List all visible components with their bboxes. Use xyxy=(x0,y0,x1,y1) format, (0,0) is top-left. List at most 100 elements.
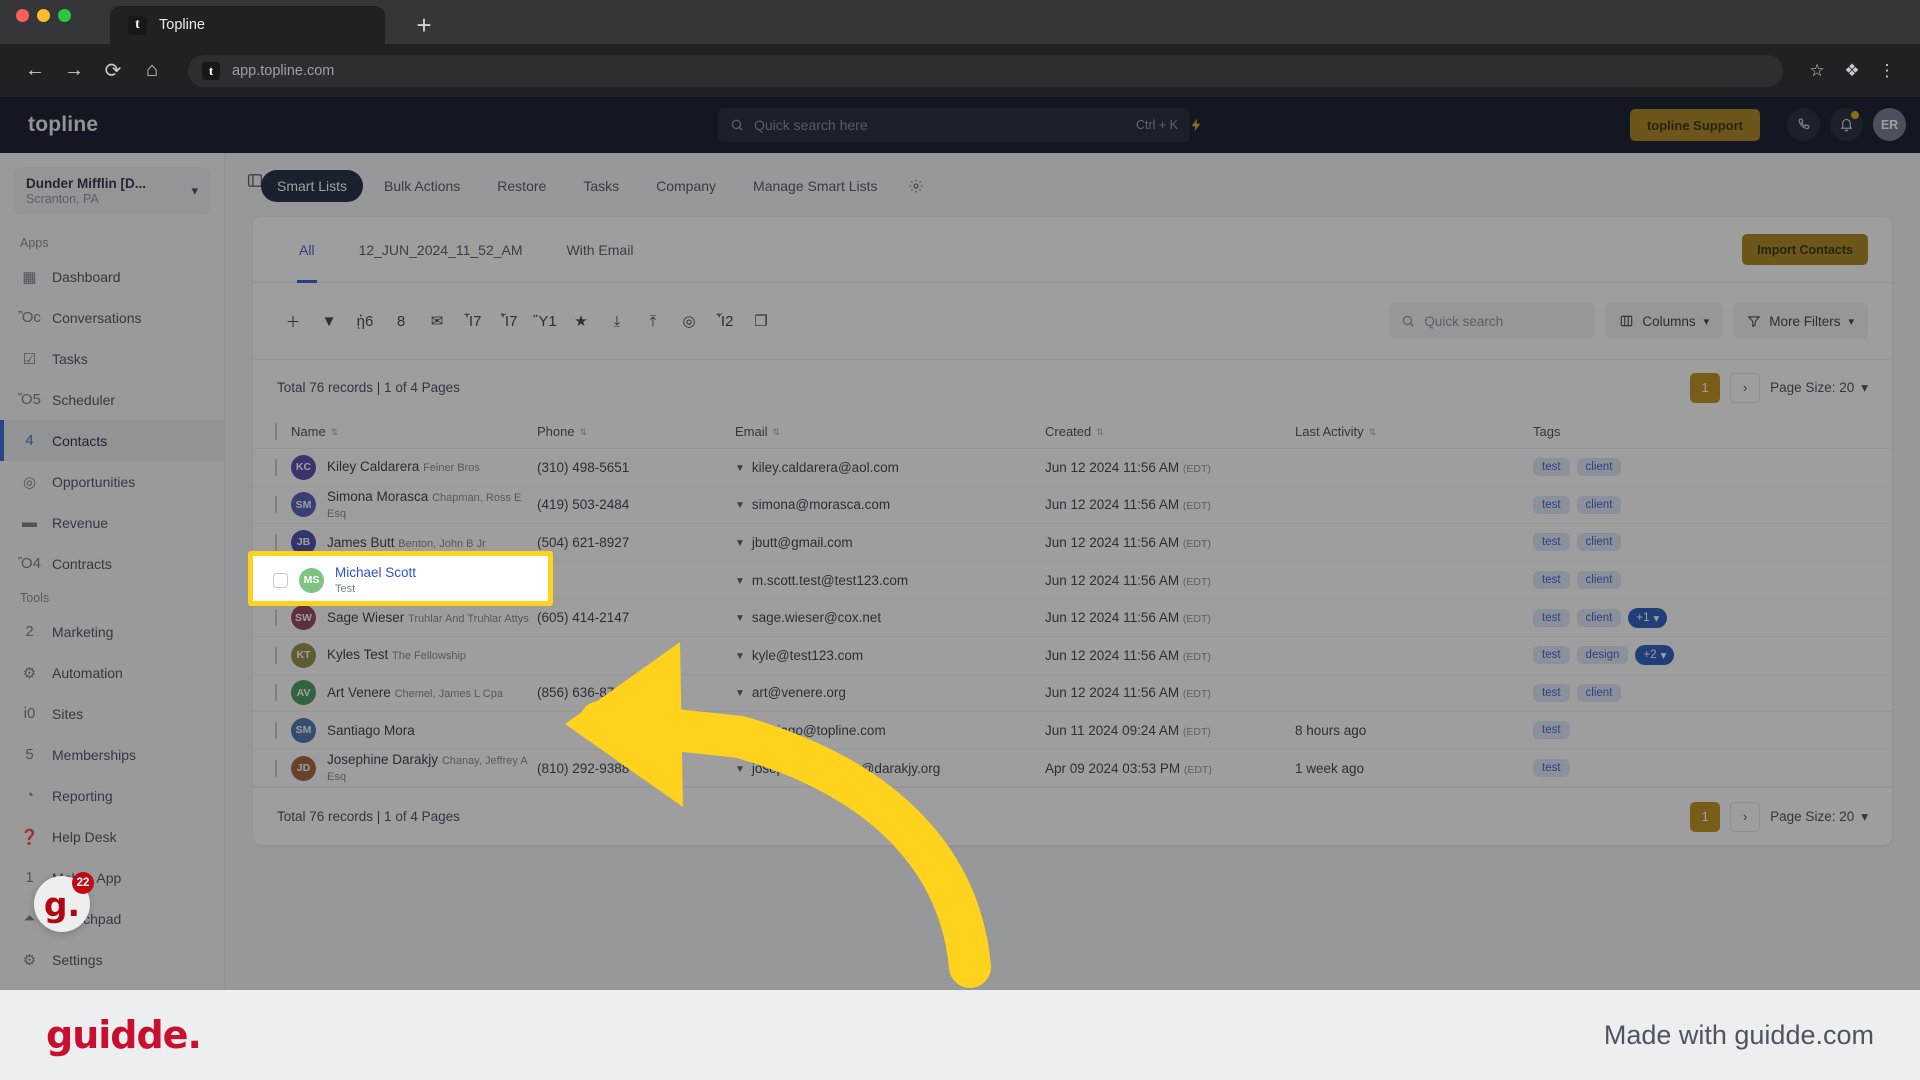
page-size-selector[interactable]: Page Size: 20 ▾ xyxy=(1770,380,1868,396)
sidebar-item-automation[interactable]: ⚙ Automation xyxy=(0,652,224,693)
header-name[interactable]: Name ⇅ xyxy=(291,415,537,449)
browser-menu-icon[interactable]: ⋮ xyxy=(1872,56,1902,86)
tag-chip[interactable]: design xyxy=(1577,646,1629,664)
row-checkbox[interactable] xyxy=(275,647,277,664)
sidebar-item-scheduler[interactable]: Ὄ5 Scheduler xyxy=(0,379,224,420)
table-row[interactable]: KC Kiley Caldarera Feiner Bros (310) 498… xyxy=(253,449,1892,487)
sidebar-item-reporting[interactable]: ◔ Reporting xyxy=(0,775,224,816)
tag-chip[interactable]: test xyxy=(1533,759,1570,777)
tag-chip[interactable]: test xyxy=(1533,646,1570,664)
import-icon[interactable]: ⤓ xyxy=(601,305,633,337)
sms-icon[interactable]: ὞8 xyxy=(385,305,417,337)
tab-tasks[interactable]: Tasks xyxy=(567,170,635,202)
bot-icon[interactable]: ᾑ6 xyxy=(349,305,381,337)
table-row[interactable]: SM Simona Morasca Chapman, Ross E Esq (4… xyxy=(253,486,1892,524)
tag-overflow-chip[interactable]: +1 ▾ xyxy=(1628,608,1667,628)
delete-icon[interactable]: Ὕ1 xyxy=(529,305,561,337)
tag-chip[interactable]: client xyxy=(1577,496,1622,514)
row-checkbox[interactable] xyxy=(273,573,288,588)
filter-tab-all[interactable]: All xyxy=(277,217,337,283)
sidebar-item-settings[interactable]: ⚙ Settings xyxy=(0,939,224,980)
row-checkbox[interactable] xyxy=(275,684,277,701)
header-phone[interactable]: Phone ⇅ xyxy=(537,415,735,449)
back-icon[interactable]: ← xyxy=(18,54,52,88)
forward-icon[interactable]: → xyxy=(57,54,91,88)
global-search-input[interactable]: Quick search here Ctrl + K xyxy=(718,108,1190,142)
sidebar-item-help desk[interactable]: ❓ Help Desk xyxy=(0,816,224,857)
sort-icon[interactable]: ⇅ xyxy=(580,428,588,437)
page-number-button[interactable]: 1 xyxy=(1690,802,1720,832)
address-bar[interactable]: t app.topline.com xyxy=(188,55,1783,87)
tag-chip[interactable]: test xyxy=(1533,533,1570,551)
tag-chip[interactable]: client xyxy=(1577,609,1622,627)
merge-icon[interactable]: Ἶ2 xyxy=(709,305,741,337)
reload-icon[interactable]: ⟳ xyxy=(96,54,130,88)
bookmark-star-icon[interactable]: ☆ xyxy=(1802,56,1832,86)
header-email[interactable]: Email ⇅ xyxy=(735,415,1045,449)
contact-name[interactable]: Josephine Darakjy xyxy=(327,752,438,767)
notifications-bell-icon[interactable] xyxy=(1830,108,1863,141)
contact-name[interactable]: Kiley Caldarera xyxy=(327,459,419,474)
quick-actions-bolt-icon[interactable] xyxy=(1182,108,1210,142)
contact-name[interactable]: Santiago Mora xyxy=(327,723,415,738)
user-avatar[interactable]: ER xyxy=(1873,108,1906,141)
sidebar-item-dashboard[interactable]: ▦ Dashboard xyxy=(0,256,224,297)
filter-tab-12-jun-2024-11-52-am[interactable]: 12_JUN_2024_11_52_AM xyxy=(337,217,545,283)
highlight-box-michael-scott[interactable]: MS Michael Scott Test xyxy=(248,551,553,606)
browser-tab-topline[interactable]: t Topline xyxy=(110,6,385,44)
more-filters-button[interactable]: More Filters ▾ xyxy=(1733,303,1868,339)
tab-manage smart lists[interactable]: Manage Smart Lists xyxy=(737,170,894,202)
page-size-selector[interactable]: Page Size: 20 ▾ xyxy=(1770,809,1868,825)
remove-tag-icon[interactable]: Ἷ7 xyxy=(493,305,525,337)
table-row[interactable]: KT Kyles Test The Fellowship ▼ kyle@test1… xyxy=(253,636,1892,674)
filter-icon[interactable]: ▼ xyxy=(313,305,345,337)
sort-icon[interactable]: ⇅ xyxy=(1096,428,1104,437)
restore-icon[interactable]: ❐ xyxy=(745,305,777,337)
import-contacts-button[interactable]: Import Contacts xyxy=(1742,234,1868,265)
tag-chip[interactable]: client xyxy=(1577,533,1622,551)
table-row[interactable]: JD Josephine Darakjy Chanay, Jeffrey A E… xyxy=(253,749,1892,787)
tag-chip[interactable]: test xyxy=(1533,571,1570,589)
contact-name[interactable]: Kyles Test xyxy=(327,647,388,662)
phone-icon[interactable] xyxy=(1787,108,1820,141)
topline-logo[interactable]: topline xyxy=(0,113,232,137)
tag-chip[interactable]: client xyxy=(1577,458,1622,476)
contacts-search-input[interactable]: Quick search xyxy=(1389,303,1595,339)
tag-overflow-chip[interactable]: +2 ▾ xyxy=(1635,645,1674,665)
table-row[interactable]: AV Art Venere Chemel, James L Cpa (856) … xyxy=(253,674,1892,712)
maximize-window-button[interactable] xyxy=(58,9,71,22)
sidebar-item-memberships[interactable]: ὆5 Memberships xyxy=(0,734,224,775)
home-icon[interactable]: ⌂ xyxy=(135,54,169,88)
minimize-window-button[interactable] xyxy=(37,9,50,22)
page-number-button[interactable]: 1 xyxy=(1690,373,1720,403)
tag-chip[interactable]: client xyxy=(1577,571,1622,589)
sidebar-item-mobile app[interactable]: ὏1 Mobile App xyxy=(0,857,224,898)
sidebar-item-contacts[interactable]: ὆4 Contacts xyxy=(0,420,224,461)
row-checkbox[interactable] xyxy=(275,534,277,551)
sidebar-item-sites[interactable]: ἱ0 Sites xyxy=(0,693,224,734)
row-checkbox[interactable] xyxy=(275,760,277,777)
next-page-icon[interactable]: › xyxy=(1730,802,1760,832)
assign-owner-icon[interactable]: ◎ xyxy=(673,305,705,337)
add-tag-icon[interactable]: Ἷ7 xyxy=(457,305,489,337)
next-page-icon[interactable]: › xyxy=(1730,373,1760,403)
sidebar-item-opportunities[interactable]: ◎ Opportunities xyxy=(0,461,224,502)
contact-name[interactable]: Art Venere xyxy=(327,685,391,700)
table-row[interactable]: SM Santiago Mora ▼ santiago@topline.com J… xyxy=(253,712,1892,750)
export-icon[interactable]: ⤒ xyxy=(637,305,669,337)
sort-icon[interactable]: ⇅ xyxy=(331,428,339,437)
close-window-button[interactable] xyxy=(16,9,29,22)
row-checkbox[interactable] xyxy=(275,496,277,513)
contact-name[interactable]: Sage Wieser xyxy=(327,610,404,625)
topline-support-button[interactable]: topline Support xyxy=(1630,109,1760,141)
select-all-checkbox[interactable] xyxy=(275,423,277,440)
header-last-activity[interactable]: Last Activity ⇅ xyxy=(1295,415,1533,449)
tag-chip[interactable]: test xyxy=(1533,684,1570,702)
tag-chip[interactable]: client xyxy=(1577,684,1622,702)
contact-name[interactable]: Simona Morasca xyxy=(327,489,428,504)
window-traffic-lights[interactable] xyxy=(16,9,71,22)
tab-smart lists[interactable]: Smart Lists xyxy=(261,170,363,202)
tab-bulk actions[interactable]: Bulk Actions xyxy=(368,170,476,202)
header-created[interactable]: Created ⇅ xyxy=(1045,415,1295,449)
sort-icon[interactable]: ⇅ xyxy=(773,428,781,437)
